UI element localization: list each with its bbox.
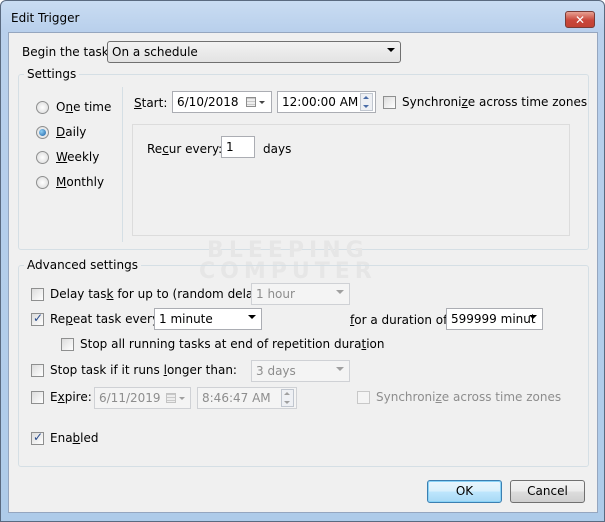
stop-if-longer-dropdown[interactable]: 3 days xyxy=(251,360,350,382)
expire-sync-checkbox[interactable] xyxy=(357,391,370,404)
recur-every-label: Recur every: xyxy=(147,142,223,156)
ok-button[interactable]: OK xyxy=(427,480,502,503)
delay-checkbox[interactable] xyxy=(31,288,44,301)
time-spinner[interactable] xyxy=(281,389,294,407)
spin-down-icon[interactable] xyxy=(363,105,369,108)
enabled-label[interactable]: Enabled xyxy=(50,431,99,445)
delay-dropdown[interactable]: 1 hour xyxy=(251,283,350,305)
stop-if-longer-checkbox[interactable] xyxy=(31,364,44,377)
watermark-line1: BLEEPING xyxy=(207,238,369,263)
settings-divider xyxy=(122,87,123,242)
expire-sync-label[interactable]: Synchronize across time zones xyxy=(376,390,561,404)
start-time-value: 12:00:00 AM xyxy=(282,95,359,109)
chevron-down-icon xyxy=(336,290,344,294)
spin-up-icon[interactable] xyxy=(363,96,369,99)
chevron-down-icon xyxy=(387,48,395,52)
expire-time-value: 8:46:47 AM xyxy=(202,391,271,405)
stop-all-label[interactable]: Stop all running tasks at end of repetit… xyxy=(80,337,384,351)
spin-up-icon[interactable] xyxy=(284,392,290,395)
radio-weekly[interactable] xyxy=(36,151,49,164)
expire-label[interactable]: Expire: xyxy=(50,390,92,404)
stop-if-longer-value: 3 days xyxy=(256,364,296,378)
close-icon: ✕ xyxy=(574,13,586,27)
expire-time-field[interactable]: 8:46:47 AM xyxy=(197,387,297,409)
chevron-down-icon xyxy=(529,315,537,319)
start-date-value: 6/10/2018 xyxy=(177,95,239,109)
recurrence-pane xyxy=(132,124,570,236)
recur-unit-label: days xyxy=(263,142,292,156)
start-time-field[interactable]: 12:00:00 AM xyxy=(277,91,376,113)
expire-date-value: 6/11/2019 xyxy=(99,391,161,405)
radio-monthly-label[interactable]: Monthly xyxy=(56,175,104,189)
settings-group-title: Settings xyxy=(24,67,80,81)
recur-every-input[interactable]: 1 xyxy=(221,136,255,158)
radio-one-time-label[interactable]: One time xyxy=(56,100,111,114)
expire-checkbox[interactable] xyxy=(31,391,44,404)
chevron-down-icon xyxy=(336,367,344,371)
radio-daily[interactable] xyxy=(36,126,49,139)
start-label: Start: xyxy=(134,96,168,110)
repeat-label[interactable]: Repeat task every: xyxy=(50,312,162,326)
time-spinner[interactable] xyxy=(360,93,373,111)
repeat-interval-value: 1 minute xyxy=(159,312,213,326)
recur-every-value: 1 xyxy=(226,140,234,154)
radio-monthly[interactable] xyxy=(36,176,49,189)
calendar-icon[interactable] xyxy=(246,97,256,107)
begin-task-dropdown[interactable]: On a schedule xyxy=(107,41,401,63)
radio-one-time[interactable] xyxy=(36,101,49,114)
delay-label[interactable]: Delay task for up to (random delay): xyxy=(50,287,269,301)
radio-daily-label[interactable]: Daily xyxy=(56,125,86,139)
calendar-icon[interactable] xyxy=(166,393,176,403)
duration-dropdown[interactable]: 599999 minut xyxy=(446,308,543,330)
chevron-down-icon xyxy=(179,397,185,400)
begin-task-label: Begin the task: xyxy=(22,45,113,59)
duration-value: 599999 minut xyxy=(451,312,536,326)
dialog-body: Begin the task: On a schedule Settings O… xyxy=(8,32,598,513)
delay-value: 1 hour xyxy=(256,287,295,301)
repeat-checkbox[interactable] xyxy=(31,311,44,326)
chevron-down-icon xyxy=(248,315,256,319)
sync-time-zones-label[interactable]: Synchronize across time zones xyxy=(402,95,587,109)
sync-time-zones-checkbox[interactable] xyxy=(383,96,396,109)
edit-trigger-window: Edit Trigger ✕ Begin the task: On a sche… xyxy=(0,0,605,522)
enabled-checkbox[interactable] xyxy=(31,430,44,445)
window-title: Edit Trigger xyxy=(11,11,80,25)
close-button[interactable]: ✕ xyxy=(565,11,595,28)
duration-label: for a duration of: xyxy=(350,313,451,327)
begin-task-value: On a schedule xyxy=(112,45,198,59)
chevron-down-icon xyxy=(259,101,265,104)
expire-date-picker[interactable]: 6/11/2019 xyxy=(94,387,191,409)
stop-all-checkbox[interactable] xyxy=(61,338,74,351)
start-date-picker[interactable]: 6/10/2018 xyxy=(172,91,272,113)
repeat-interval-dropdown[interactable]: 1 minute xyxy=(154,308,262,330)
cancel-button[interactable]: Cancel xyxy=(510,480,585,503)
radio-weekly-label[interactable]: Weekly xyxy=(56,150,99,164)
stop-if-longer-label[interactable]: Stop task if it runs longer than: xyxy=(50,363,237,377)
spin-down-icon[interactable] xyxy=(284,401,290,404)
advanced-settings-title: Advanced settings xyxy=(24,258,141,272)
